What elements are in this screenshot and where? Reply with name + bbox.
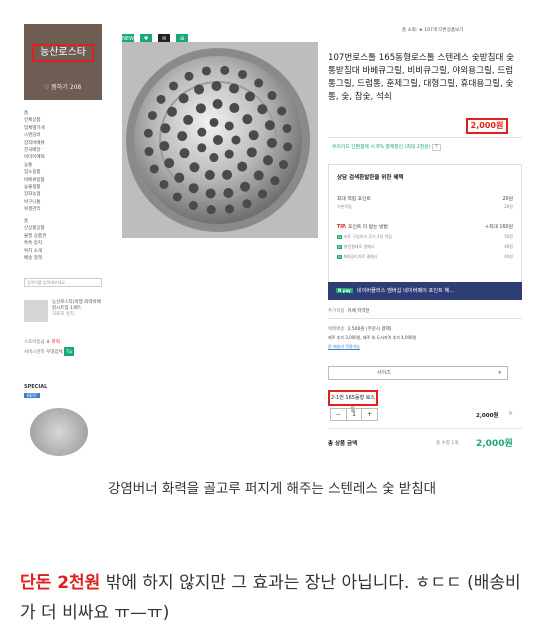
store-screenshot: 능산로스타 ♡ 찜하기 208 홈 전체상품 업체별가게 스탠딩바 장작바베큐 … (16, 16, 524, 456)
product-title: 107번로스톨 165동형로스톨 스텐레스 숯받침대 숯통받침대 바베큐그릴, … (328, 53, 515, 102)
store-name: 능산로스타 (32, 44, 94, 62)
category-item[interactable]: 업소용품 (24, 169, 45, 176)
option-line-price: 2,000원 (476, 413, 499, 419)
basic-point-row: 기본적립 20원 (337, 204, 513, 209)
sidebar-link[interactable]: 위치 소개 (24, 248, 46, 255)
total-price: 2,000원 (476, 439, 513, 449)
special-label: SPECIAL (24, 384, 48, 390)
sidebar-product-thumb[interactable] (24, 300, 48, 322)
store-sidebar: 능산로스타 ♡ 찜하기 208 홈 전체상품 업체별가게 스탠딩바 장작바베큐 … (16, 16, 116, 456)
benefit-item[interactable]: N 충전결제로 결제시 40원 (337, 244, 513, 250)
divider (328, 137, 522, 138)
benefit-panel: 상담 검색환발한을 위한 혜택 최대 적립 포인트 20원 기본적립 20원 TIP… (328, 164, 522, 286)
category-item[interactable]: 위생관리 (24, 206, 45, 213)
extra-point: 추가적립 카페 지역천 (328, 309, 370, 314)
store-logo[interactable]: 능산로스타 ♡ 찜하기 208 (24, 24, 102, 100)
category-list: 홈 전체상품 업체별가게 스탠딩바 장작바베큐 전국배달 바이어혜택 숯통 업소… (24, 110, 45, 214)
npay-banner[interactable]: N pay 네이버플러스 멤버십 네이버페이 포인트 혜... (328, 282, 522, 300)
category-item[interactable]: 바구니통 (24, 199, 45, 206)
plus-button[interactable]: + (362, 409, 377, 420)
category-item[interactable]: 숯불생활 (24, 184, 45, 191)
strainer-image (126, 48, 310, 232)
tip-row[interactable]: TIP. 포인트 더 받는 방법 +최대 160원 (337, 223, 513, 230)
sidebar-link[interactable]: 불필 상품권 (24, 233, 46, 240)
image-caption: 강염버너 화력을 골고루 퍼지게 해주는 스텐레스 숯 받침대 (107, 481, 437, 497)
sidebar-link[interactable]: 톡톡 방지 (24, 240, 46, 247)
max-point-row: 최대 적립 포인트 20원 (337, 197, 513, 202)
category-item[interactable]: 홈 (24, 110, 45, 117)
total-qty: 총 수량 1개 (436, 441, 459, 446)
chevron-down-icon: ▾ (498, 370, 501, 376)
product-photo[interactable] (122, 42, 318, 238)
sidebar-link[interactable]: 홈 (24, 218, 46, 225)
sidebar-link[interactable]: 배송 정책 (24, 255, 46, 262)
category-item[interactable]: 전체상품 (24, 117, 45, 124)
quantity-value[interactable]: 1 (347, 409, 363, 420)
favorite-count[interactable]: ♡ 찜하기 208 (44, 82, 81, 91)
benefit-item[interactable]: N N마일리지로 결제시 40원 (337, 254, 513, 260)
body-paragraph: 단돈 2천원 밖에 하지 않지만 그 효과는 장난 아닙니다. ㅎㄷㄷ (배송비… (20, 568, 530, 628)
store-grade: 스토어등급 ♛ 파워 서비스만족 우대업체 Tip (24, 340, 75, 356)
sidebar-product-text[interactable]: 능산로스타(박행 화력바베 칼시트업 1세트 자료지 방지 (52, 300, 104, 318)
minus-button[interactable]: − (331, 409, 347, 420)
sidebar-search-input[interactable]: 검색어를 입력해보세요 (24, 278, 102, 287)
category-item[interactable]: 업체별가게 (24, 125, 45, 132)
quantity-stepper[interactable]: − 1 + (330, 408, 378, 421)
product-price: 2,000원 (466, 118, 508, 134)
category-item[interactable]: 숯통 (24, 162, 45, 169)
special-product-image[interactable] (30, 408, 88, 456)
close-icon[interactable]: ✕ (508, 410, 513, 417)
selected-option: 2-1번 165동형 로스톨 (328, 390, 378, 413)
divider (328, 318, 522, 319)
category-item[interactable]: 장화농협 (24, 191, 45, 198)
shipping-fee: 택배배송 2,500원 (주문시 결제) (328, 327, 392, 332)
divider (328, 428, 522, 429)
total-label: 총 상품 금액 (328, 441, 358, 447)
category-item[interactable]: 장작바베큐 (24, 140, 45, 147)
category-item[interactable]: 바베큐용품 (24, 177, 45, 184)
sidebar-link[interactable]: 신상품상품 (24, 225, 46, 232)
best-badge: BEST (24, 393, 41, 398)
card-promo[interactable]: 우리카드 간편결제 시 6% 결제할인 (최대 2천원) ? (332, 143, 441, 151)
shipping-note: 제주 추가 3,000원, 제주 외 도서지역 추가 4,000원 (328, 335, 417, 340)
category-item[interactable]: 스탠딩바 (24, 132, 45, 139)
highlight-text: 단돈 2천원 (20, 573, 101, 593)
benefit-heading: 상담 검색환발한을 위한 혜택 (337, 175, 404, 181)
option-select[interactable]: 사이즈 ▾ (328, 366, 508, 380)
breadcrumb[interactable]: 홈 소화: ★ 107개 다른상품보기 (402, 27, 463, 33)
benefit-item[interactable]: N 포토 구입하고 후기 4일 적립 50원 (337, 234, 513, 240)
category-item[interactable]: 전국배달 (24, 147, 45, 154)
shipping-note-link[interactable]: 원 배송비 적용가능 (328, 344, 360, 350)
sidebar-links: 홈 신상품상품 불필 상품권 톡톡 방지 위치 소개 배송 정책 (24, 218, 46, 262)
category-item[interactable]: 바이어혜택 (24, 154, 45, 161)
